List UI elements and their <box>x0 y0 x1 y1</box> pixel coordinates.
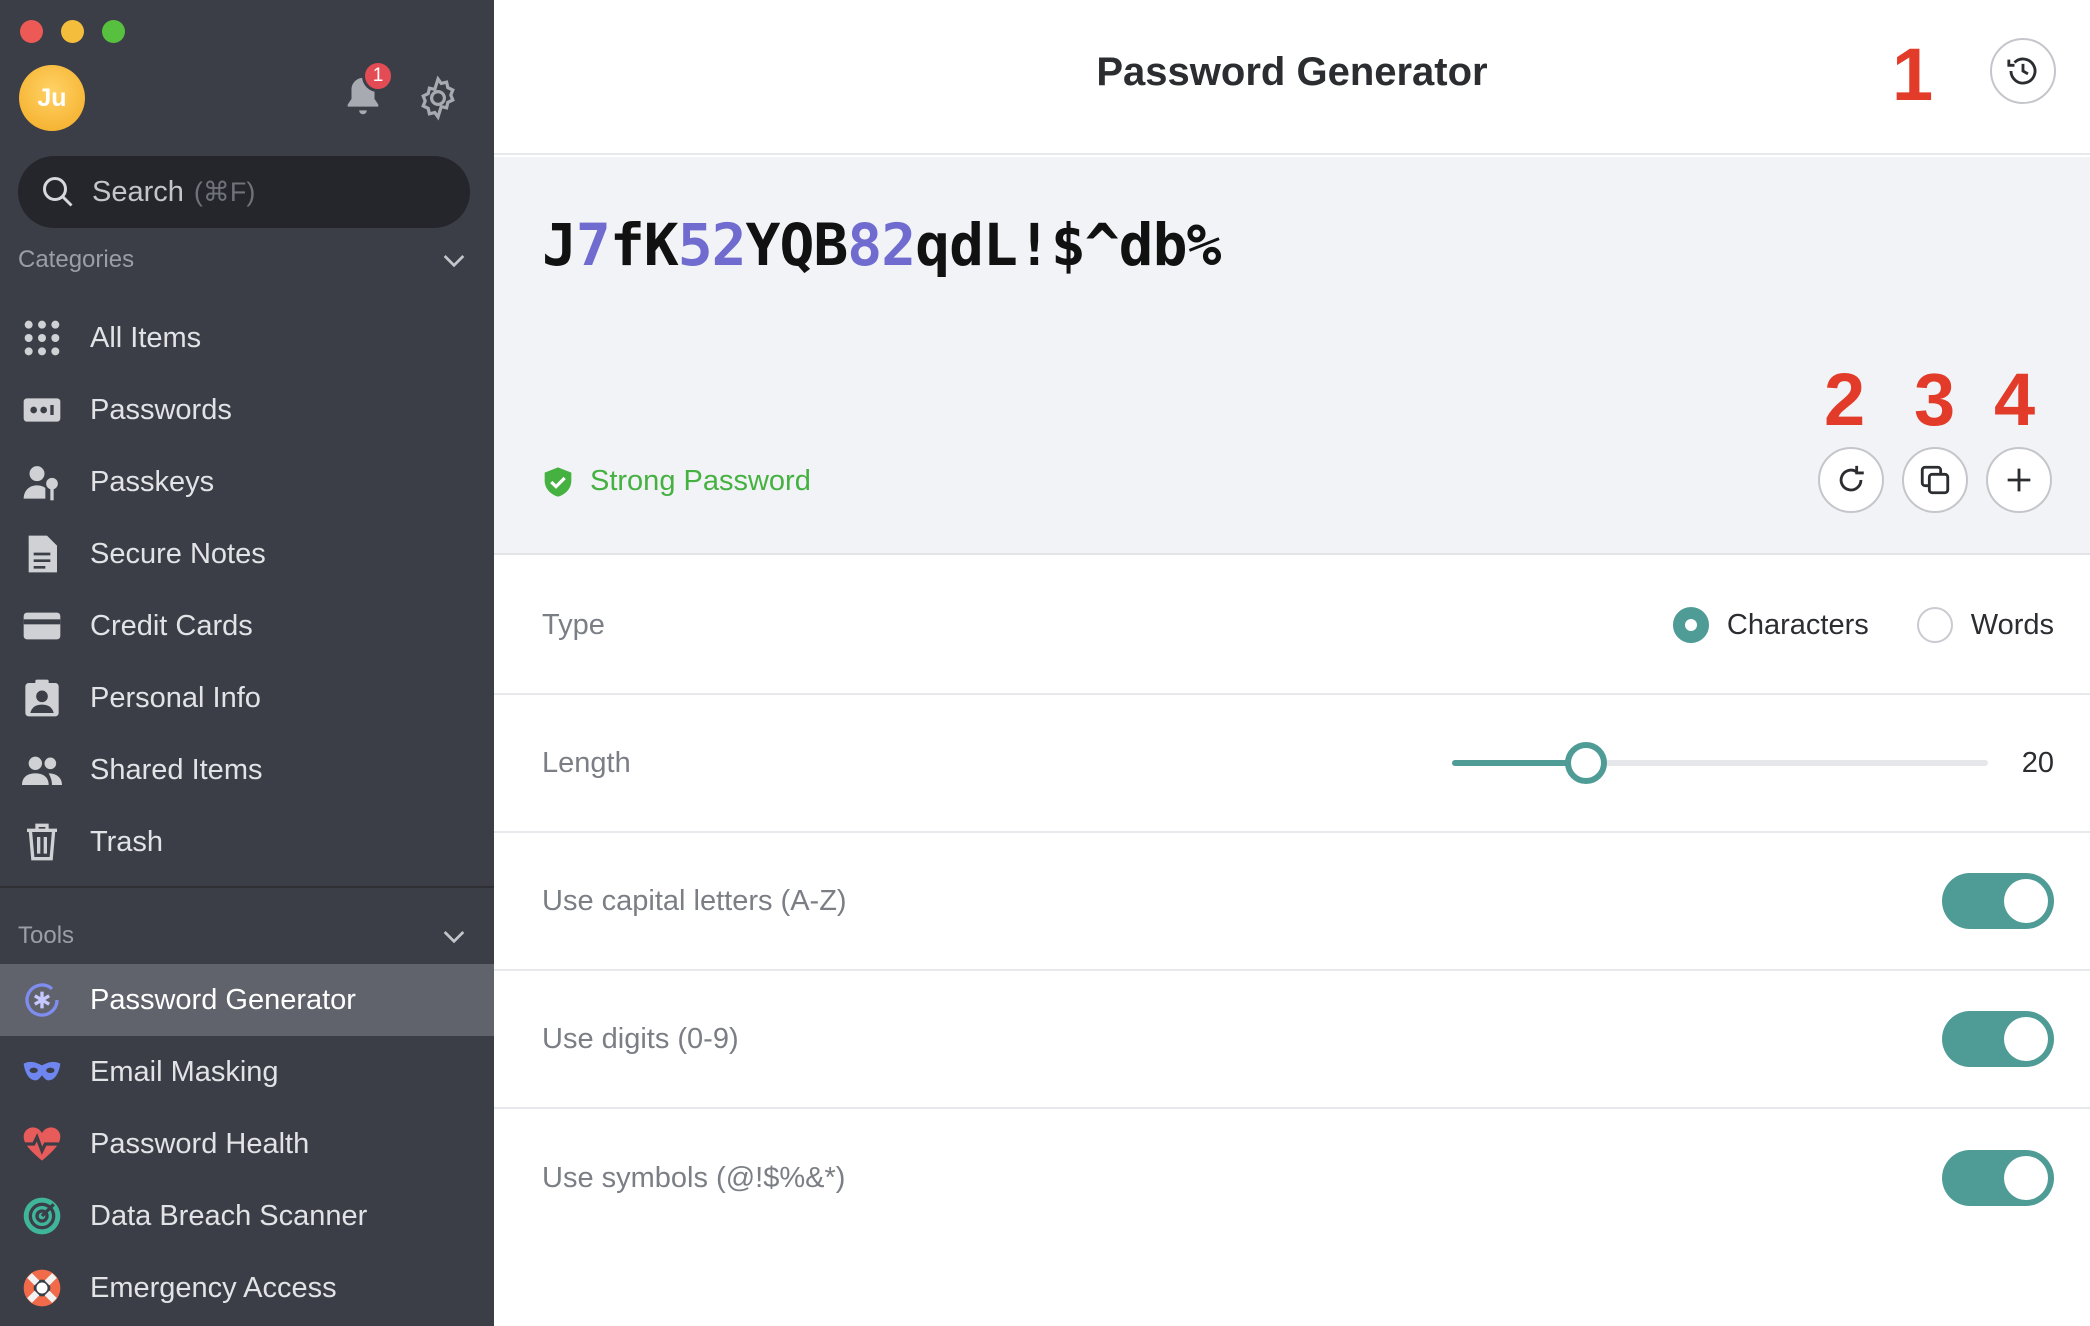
sidebar-item-label: Emergency Access <box>90 1271 337 1304</box>
copy-icon <box>1920 465 1950 495</box>
add-item-button[interactable] <box>1986 447 2052 513</box>
close-window-button[interactable] <box>20 20 43 43</box>
regenerate-button[interactable] <box>1818 447 1884 513</box>
sidebar-item-label: Passwords <box>90 393 232 426</box>
strength-label: Strong Password <box>590 465 811 497</box>
digits-toggle[interactable] <box>1942 1011 2054 1067</box>
main-panel: Password Generator 1 J7fK52YQB82qdL!$^db… <box>494 0 2090 1326</box>
annotation-2: 2 <box>1824 358 1866 441</box>
categories-heading[interactable]: Categories <box>18 244 470 276</box>
refresh-icon <box>1839 465 1864 492</box>
password-panel: J7fK52YQB82qdL!$^db% Strong Password 2 3… <box>494 157 2090 555</box>
digits-row: Use digits (0-9) <box>494 971 2090 1109</box>
length-label: Length <box>542 746 631 779</box>
notification-badge: 1 <box>362 60 394 92</box>
password-generator-icon <box>22 980 62 1020</box>
mask-icon <box>22 1052 62 1092</box>
sidebar-item-data-breach-scanner[interactable]: Data Breach Scanner <box>0 1180 494 1252</box>
sidebar-item-password-generator[interactable]: Password Generator <box>0 964 494 1036</box>
history-button[interactable] <box>1990 38 2056 104</box>
sidebar-item-personal-info[interactable]: Personal Info <box>0 662 494 734</box>
zoom-window-button[interactable] <box>102 20 125 43</box>
copy-button[interactable] <box>1902 447 1968 513</box>
page-title: Password Generator <box>1096 50 1488 94</box>
lifebuoy-icon <box>22 1268 62 1308</box>
characters-radio[interactable] <box>1672 607 1709 643</box>
history-icon <box>2007 57 2037 85</box>
sidebar-item-all-items[interactable]: All Items <box>0 302 494 374</box>
annotation-1: 1 <box>1892 33 1934 116</box>
words-radio[interactable] <box>1916 607 1953 643</box>
sidebar-item-shared-items[interactable]: Shared Items <box>0 734 494 806</box>
capital-letters-row: Use capital letters (A-Z) <box>494 833 2090 971</box>
length-slider-handle[interactable] <box>1565 742 1607 784</box>
avatar[interactable]: Ju <box>19 65 85 131</box>
people-icon <box>22 750 62 790</box>
tools-heading[interactable]: Tools <box>18 920 470 952</box>
sidebar-item-label: Personal Info <box>90 681 261 714</box>
trash-icon <box>22 822 62 862</box>
gear-icon[interactable] <box>414 74 462 122</box>
sidebar-item-label: Trash <box>90 825 164 858</box>
sidebar-item-trash[interactable]: Trash <box>0 806 494 878</box>
sidebar-item-label: Passkeys <box>90 465 215 498</box>
annotation-4: 4 <box>1994 358 2036 441</box>
grid-icon <box>22 318 62 358</box>
chevron-down-icon[interactable] <box>438 920 470 952</box>
capital-letters-label: Use capital letters (A-Z) <box>542 884 847 917</box>
tools-heading-label: Tools <box>18 922 75 949</box>
minimize-window-button[interactable] <box>61 20 84 43</box>
type-radio-group: Characters Words <box>1672 607 2054 643</box>
search-input[interactable]: Search (⌘F) <box>18 156 470 228</box>
sidebar-divider <box>0 886 494 888</box>
generated-password[interactable]: J7fK52YQB82qdL!$^db% <box>542 211 1221 279</box>
sidebar-item-credit-cards[interactable]: Credit Cards <box>0 590 494 662</box>
symbols-toggle[interactable] <box>1942 1150 2054 1206</box>
digits-label: Use digits (0-9) <box>542 1022 739 1055</box>
sidebar-item-passwords[interactable]: Passwords <box>0 374 494 446</box>
sidebar-item-email-masking[interactable]: Email Masking <box>0 1036 494 1108</box>
credit-card-icon <box>22 606 62 646</box>
sidebar-item-label: Password Generator <box>90 983 356 1016</box>
shield-check-icon <box>544 466 572 497</box>
sidebar-item-emergency-access[interactable]: Emergency Access <box>0 1252 494 1324</box>
sidebar: Ju 1 Search (⌘F) Categories All Items Pa… <box>0 0 494 1326</box>
length-value: 20 <box>2021 746 2054 779</box>
id-badge-icon <box>22 678 62 718</box>
sidebar-item-label: Credit Cards <box>90 609 253 642</box>
password-strength: Strong Password <box>542 465 811 498</box>
heart-pulse-icon <box>22 1124 62 1164</box>
symbols-label: Use symbols (@!$%&*) <box>542 1161 846 1194</box>
search-shortcut: (⌘F) <box>193 176 256 207</box>
length-slider[interactable] <box>1452 742 1988 784</box>
search-label: Search <box>92 175 184 208</box>
capital-letters-toggle[interactable] <box>1942 873 2054 929</box>
type-row: Type Characters Words <box>494 557 2090 695</box>
type-label: Type <box>542 608 605 641</box>
note-icon <box>22 534 62 574</box>
sidebar-item-label: Shared Items <box>90 753 263 786</box>
sidebar-item-label: Email Masking <box>90 1055 279 1088</box>
plus-icon <box>2007 468 2031 492</box>
header: Password Generator 1 <box>494 0 2090 155</box>
annotation-3: 3 <box>1914 358 1956 441</box>
characters-label[interactable]: Characters <box>1727 609 1869 642</box>
sidebar-item-label: Password Health <box>90 1127 310 1160</box>
password-icon <box>22 390 62 430</box>
words-label[interactable]: Words <box>1971 609 2054 642</box>
sidebar-item-passkeys[interactable]: Passkeys <box>0 446 494 518</box>
categories-heading-label: Categories <box>18 246 135 273</box>
radar-icon <box>22 1196 62 1236</box>
search-icon <box>43 177 73 207</box>
sidebar-item-label: All Items <box>90 321 202 354</box>
length-row: Length 20 <box>494 695 2090 833</box>
sidebar-item-secure-notes[interactable]: Secure Notes <box>0 518 494 590</box>
chevron-down-icon[interactable] <box>438 244 470 276</box>
passkey-icon <box>22 462 62 502</box>
sidebar-item-label: Data Breach Scanner <box>90 1199 368 1232</box>
symbols-row: Use symbols (@!$%&*) <box>494 1109 2090 1247</box>
window-controls <box>20 20 125 43</box>
sidebar-item-password-health[interactable]: Password Health <box>0 1108 494 1180</box>
sidebar-item-label: Secure Notes <box>90 537 266 570</box>
